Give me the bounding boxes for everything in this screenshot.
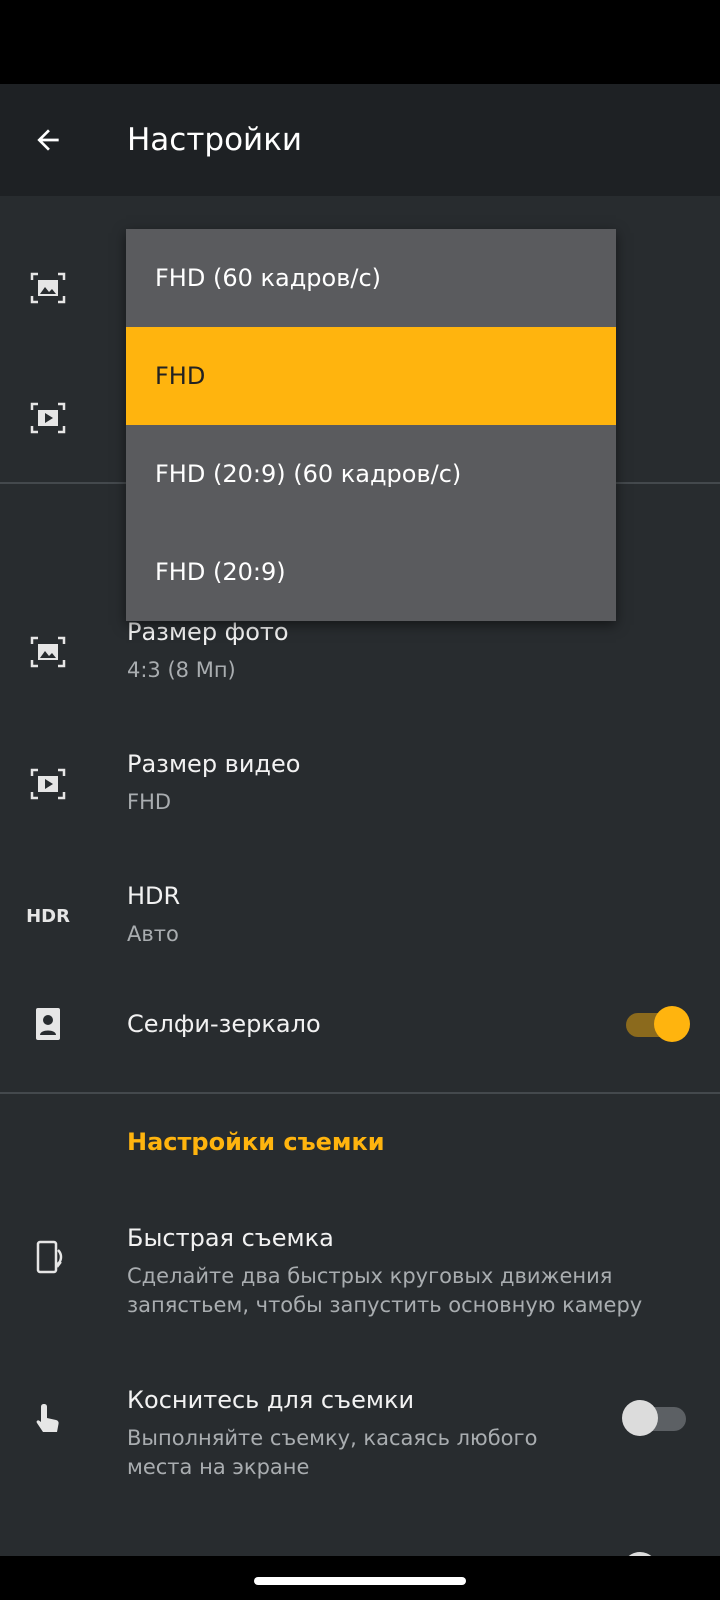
toggle-thumb (654, 1006, 690, 1042)
section-header-shooting: Настройки съемки (127, 1128, 385, 1156)
selfie-mirror-title: Селфи-зеркало (127, 1010, 321, 1038)
dropdown-option[interactable]: FHD (20:9) (60 кадров/с) (126, 425, 616, 523)
touch-icon (24, 1394, 72, 1442)
back-button[interactable] (22, 114, 74, 166)
video-size-icon (24, 760, 72, 808)
page-title: Настройки (127, 122, 303, 158)
home-gesture-pill[interactable] (254, 1577, 466, 1585)
touch-capture-title: Коснитесь для съемки (127, 1386, 415, 1414)
navigation-bar (0, 1556, 720, 1600)
selfie-mirror-toggle[interactable] (622, 1002, 690, 1046)
touch-capture-toggle[interactable] (622, 1396, 690, 1440)
dropdown-option[interactable]: FHD (60 кадров/с) (126, 229, 616, 327)
app-bar: Настройки (0, 84, 720, 196)
photo-size-icon (24, 628, 72, 676)
video-size-value: FHD (127, 790, 172, 814)
arrow-left-icon (37, 129, 59, 151)
video-size-title: Размер видео (127, 750, 301, 778)
next-row-toggle[interactable] (622, 1548, 690, 1556)
hdr-icon: HDR (26, 905, 70, 927)
photo-size-icon (24, 264, 72, 312)
toggle-thumb (622, 1400, 658, 1436)
portrait-icon (24, 1000, 72, 1048)
touch-capture-description: Выполняйте съемку, касаясь любого места … (127, 1426, 538, 1479)
video-size-icon (24, 394, 72, 442)
hdr-title: HDR (127, 882, 181, 910)
dropdown-option[interactable]: FHD (20:9) (126, 523, 616, 621)
phone-rotate-icon (24, 1232, 72, 1280)
quick-capture-title: Быстрая съемка (127, 1224, 334, 1252)
dropdown-option-selected[interactable]: FHD (126, 327, 616, 425)
hdr-value: Авто (127, 922, 179, 946)
photo-size-value: 4:3 (8 Мп) (127, 658, 236, 682)
status-bar (0, 0, 720, 84)
video-size-dropdown: FHD (60 кадров/с) FHD FHD (20:9) (60 кад… (126, 229, 616, 621)
quick-capture-description: Сделайте два быстрых круговых движения з… (127, 1264, 643, 1317)
divider (0, 1092, 720, 1094)
